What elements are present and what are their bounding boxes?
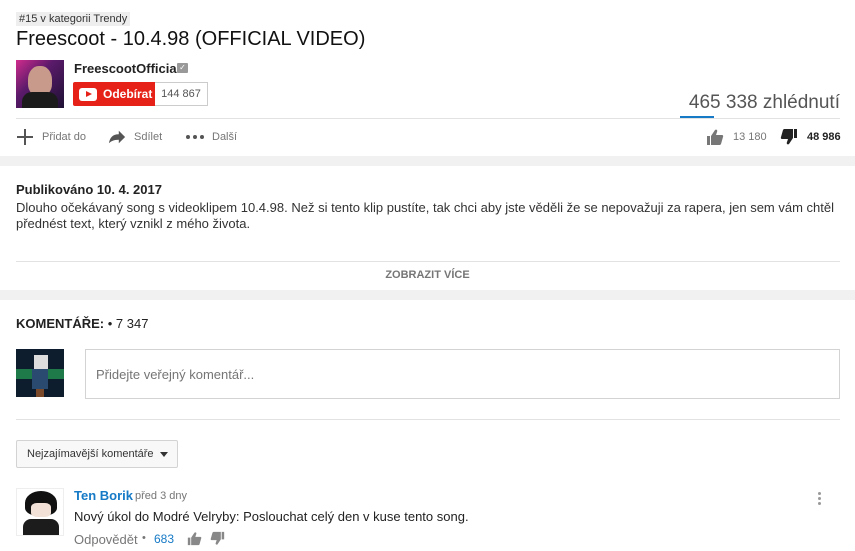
dislike-button[interactable]: 48 986 [780,128,841,146]
channel-avatar[interactable] [16,60,64,108]
comments-count: • 7 347 [107,316,149,331]
comment-time[interactable]: před 3 dny [135,490,187,502]
comment-like-count: 683 [154,532,175,546]
video-title: Freescoot - 10.4.98 (OFFICIAL VIDEO) [16,28,366,50]
comment-input[interactable] [85,349,840,399]
description-text: Dlouho očekávaný song s videoklipem 10.4… [16,200,834,231]
divider [16,118,840,119]
plus-icon [16,128,34,146]
like-count: 13 180 [733,131,767,143]
add-to-label: Přidat do [42,131,87,143]
comment-text: Nový úkol do Modré Velryby: Poslouchat c… [74,509,469,524]
like-button[interactable]: 13 180 [706,128,767,146]
thumbs-up-icon [707,129,724,145]
like-ratio-bar [680,116,714,118]
view-count: 465 338 zhlédnutí [688,92,840,113]
reply-button[interactable]: Odpovědět [74,532,138,547]
comment-author-avatar[interactable] [16,488,64,536]
separator: • [142,532,146,544]
channel-name[interactable]: FreescootOfficial [74,61,180,76]
share-label: Sdílet [134,131,163,143]
comments-label: KOMENTÁŘE: [16,316,105,331]
thumbs-down-icon[interactable] [210,531,225,546]
more-dots-icon [186,128,204,146]
subscribe-label: Odebírat [103,87,153,101]
divider [16,261,840,262]
video-info-card: #15 v kategorii Trendy Freescoot - 10.4.… [0,0,855,156]
dislike-count: 48 986 [807,131,841,143]
subscribe-button[interactable]: Odebírat [73,82,155,106]
divider [16,419,840,420]
verified-icon: ✓ [177,63,188,73]
thumbs-down-icon [780,129,797,145]
add-to-button[interactable]: Přidat do [16,128,86,146]
comments-header: KOMENTÁŘE: • 7 347 [16,316,148,331]
sort-comments-dropdown[interactable]: Nejzajímavější komentáře [16,440,178,468]
comment-menu-icon[interactable] [818,492,821,505]
caret-down-icon [159,451,168,457]
comment-author[interactable]: Ten Borik [74,488,133,503]
share-button[interactable]: Sdílet [108,128,162,146]
comments-card: KOMENTÁŘE: • 7 347 Nejzajímavější koment… [0,300,855,551]
more-button[interactable]: Další [186,128,237,146]
subscriber-count: 144 867 [155,82,208,106]
thumbs-up-icon[interactable] [187,531,202,546]
more-label: Další [212,131,238,143]
youtube-play-icon [79,87,97,101]
trending-badge[interactable]: #15 v kategorii Trendy [16,12,131,26]
description-card: Publikováno 10. 4. 2017 Dlouho očekávaný… [0,166,855,290]
share-arrow-icon [108,128,126,146]
show-more-button[interactable]: ZOBRAZIT VÍCE [0,269,855,281]
published-date: Publikováno 10. 4. 2017 [16,182,162,197]
sort-label: Nejzajímavější komentáře [27,448,154,460]
current-user-avatar [16,349,64,397]
